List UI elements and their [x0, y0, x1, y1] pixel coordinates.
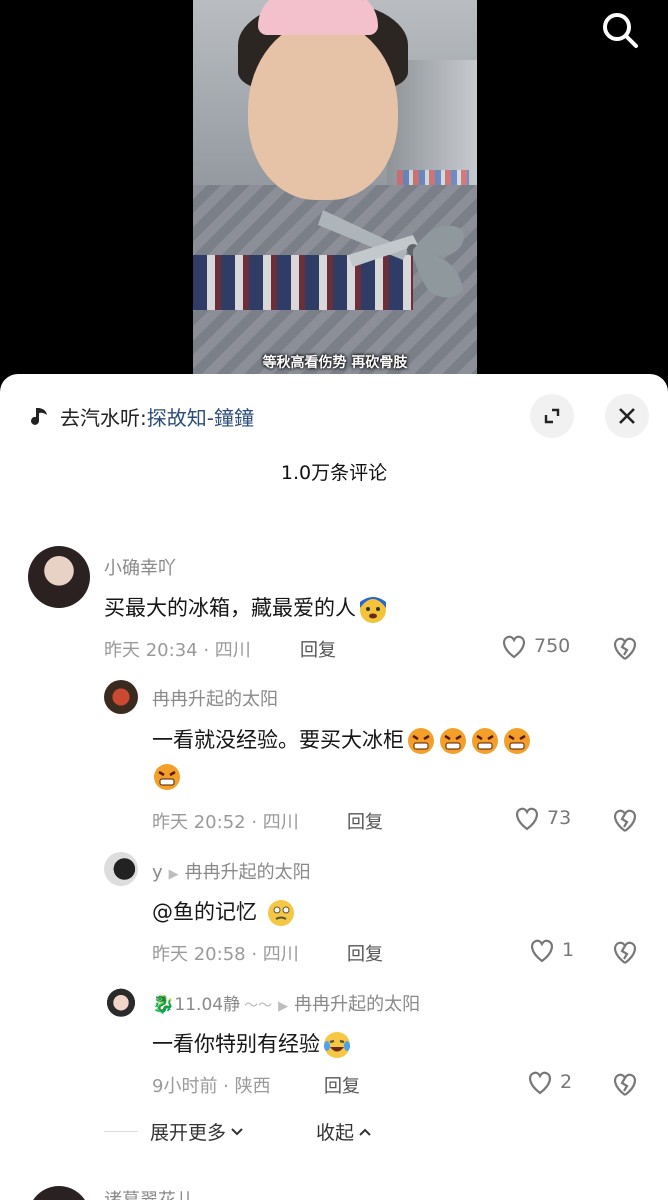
reply-button[interactable]: 回复: [347, 808, 383, 834]
dragon-badge-icon: 🐉: [152, 994, 175, 1015]
reply-to-username[interactable]: 冉冉升起的太阳: [185, 862, 311, 883]
angry-emoji-icon: [152, 762, 182, 792]
music-link[interactable]: 去汽水听: 探故知-鐘鐘: [30, 402, 254, 431]
broken-heart-icon[interactable]: [611, 1071, 639, 1097]
chevron-up-icon: [359, 1128, 371, 1136]
chevron-down-icon: [231, 1127, 243, 1135]
person-face: [248, 20, 398, 200]
comment-username-line: 🐉11.04静 ～～ ▶ 冉冉升起的太阳: [152, 990, 420, 1016]
angry-emoji-icon: [406, 726, 436, 756]
comment-text: 一看就没经验。要买大冰柜: [152, 724, 532, 756]
comment-username[interactable]: 诸葛翠花儿: [104, 1186, 194, 1200]
search-button[interactable]: [598, 8, 642, 52]
like-button[interactable]: 73: [513, 805, 571, 831]
comment-username[interactable]: 冉冉升起的太阳: [152, 685, 278, 711]
collapse-label: 收起: [316, 1122, 355, 1144]
reply-button[interactable]: 回复: [347, 940, 383, 966]
heart-icon: [515, 807, 539, 831]
comment-text: @鱼的记忆: [152, 896, 296, 928]
reply-button[interactable]: 回复: [300, 636, 336, 662]
expand-icon: [544, 408, 560, 424]
expand-button[interactable]: [530, 394, 574, 438]
headband: [258, 0, 378, 35]
broken-heart-icon[interactable]: [611, 807, 639, 833]
thinking-emoji-icon: [266, 898, 296, 928]
comment-username[interactable]: 11.04静: [174, 995, 240, 1015]
expand-more-label: 展开更多: [150, 1122, 227, 1144]
video-subtitle: 等秋高看伤势 再砍骨肢: [262, 355, 408, 371]
like-count: 2: [560, 1071, 573, 1093]
like-count: 73: [547, 807, 572, 829]
video-player[interactable]: 等秋高看伤势 再砍骨肢: [0, 0, 668, 420]
broken-heart-icon[interactable]: [611, 635, 639, 661]
heart-icon: [528, 1071, 552, 1095]
comment-text-body: 一看就没经验。要买大冰柜: [152, 728, 404, 752]
angry-emoji-icon: [438, 726, 468, 756]
like-button[interactable]: 1: [528, 937, 574, 963]
comment-text: 买最大的冰箱，藏最爱的人: [104, 592, 388, 624]
reply-arrow-icon: ▶: [168, 867, 179, 882]
video-frame: 等秋高看伤势 再砍骨肢: [193, 0, 477, 390]
comment-username[interactable]: 小确幸吖: [104, 554, 176, 580]
comment-text-body: 买最大的冰箱，藏最爱的人: [104, 596, 356, 620]
avatar[interactable]: [28, 1186, 90, 1200]
comment-text-body: 一看你特别有经验: [152, 1032, 320, 1056]
laughing-crying-emoji-icon: [322, 1030, 352, 1060]
search-icon: [603, 13, 638, 48]
like-count: 750: [534, 635, 571, 657]
music-prefix: 去汽水听:: [60, 406, 147, 430]
comment-text: 一看你特别有经验: [152, 1028, 352, 1060]
reply-arrow-icon: ▶: [278, 999, 289, 1014]
scared-emoji-icon: [358, 594, 388, 624]
comment-text-body: @鱼的记忆: [152, 900, 257, 924]
avatar[interactable]: [104, 852, 138, 886]
heart-icon: [502, 635, 526, 659]
signature-mark-icon: ～～: [244, 998, 273, 1014]
comment-meta: 昨天 20:34 · 四川: [104, 640, 251, 661]
music-title[interactable]: 探故知-鐘鐘: [147, 402, 254, 431]
comment-meta: 9小时前 · 陕西: [152, 1076, 271, 1097]
heart-icon: [530, 939, 554, 963]
angry-emoji-icon: [502, 726, 532, 756]
like-button[interactable]: 2: [526, 1069, 572, 1095]
expand-more-button[interactable]: 展开更多: [150, 1118, 244, 1145]
like-button[interactable]: 750: [500, 633, 570, 659]
music-note-icon: [31, 407, 47, 425]
comment-username[interactable]: y: [152, 862, 163, 883]
divider: [104, 1131, 138, 1132]
avatar[interactable]: [104, 680, 138, 714]
comment-meta: 昨天 20:58 · 四川: [152, 944, 299, 965]
close-button[interactable]: [605, 394, 649, 438]
comment-meta: 昨天 20:52 · 四川: [152, 812, 299, 833]
comment-text-wrap: [152, 762, 182, 792]
reply-to-username[interactable]: 冉冉升起的太阳: [294, 994, 420, 1015]
comments-sheet: 去汽水听: 探故知-鐘鐘 1.0万条评论 小确幸吖 买最大的冰箱，藏最爱的人 昨天…: [0, 374, 668, 1200]
avatar[interactable]: [28, 546, 90, 608]
like-count: 1: [562, 939, 575, 961]
angry-emoji-icon: [470, 726, 500, 756]
avatar[interactable]: [104, 984, 138, 1018]
close-icon: [619, 408, 635, 424]
comment-count: 1.0万条评论: [280, 462, 388, 484]
comment-username-line: y ▶ 冉冉升起的太阳: [152, 858, 311, 884]
collapse-button[interactable]: 收起: [316, 1118, 372, 1145]
reply-button[interactable]: 回复: [324, 1072, 360, 1098]
broken-heart-icon[interactable]: [611, 939, 639, 965]
scissors-image: [318, 210, 464, 298]
